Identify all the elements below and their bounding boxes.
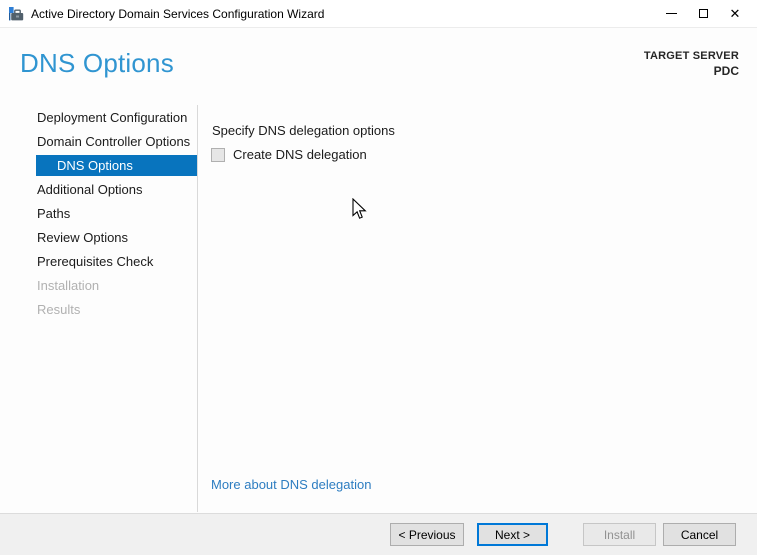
wizard-steps-sidebar: Deployment Configuration Domain Controll… [0,106,197,322]
app-icon [8,6,24,22]
checkbox-box[interactable] [211,148,225,162]
sidebar-item-results: Results [0,298,197,322]
minimize-button[interactable] [655,0,687,27]
maximize-icon [699,9,708,18]
install-button[interactable]: Install [583,523,656,546]
checkbox-label: Create DNS delegation [233,147,367,162]
window-title: Active Directory Domain Services Configu… [31,7,324,21]
sidebar-item-installation: Installation [0,274,197,298]
target-server-name: PDC [644,64,739,78]
sidebar-item-review-options[interactable]: Review Options [0,226,197,250]
close-icon: ✕ [730,7,741,20]
page-title: DNS Options [20,48,174,79]
window-controls: ✕ [655,0,757,27]
sidebar-item-deployment-configuration[interactable]: Deployment Configuration [0,106,197,130]
previous-button[interactable]: < Previous [390,523,464,546]
section-label: Specify DNS delegation options [212,123,395,138]
close-button[interactable]: ✕ [719,0,751,27]
mouse-cursor-icon [352,198,367,220]
target-server-block: TARGET SERVER PDC [644,50,739,78]
cancel-button[interactable]: Cancel [663,523,736,546]
sidebar-item-prerequisites-check[interactable]: Prerequisites Check [0,250,197,274]
sidebar-item-dns-options[interactable]: DNS Options [36,155,197,176]
sidebar-item-paths[interactable]: Paths [0,202,197,226]
next-button[interactable]: Next > [477,523,548,546]
titlebar: Active Directory Domain Services Configu… [0,0,757,28]
minimize-icon [666,13,677,14]
sidebar-content-divider [197,105,198,512]
sidebar-item-additional-options[interactable]: Additional Options [0,178,197,202]
more-about-dns-delegation-link[interactable]: More about DNS delegation [211,477,371,492]
wizard-window: Active Directory Domain Services Configu… [0,0,757,555]
target-server-label: TARGET SERVER [644,50,739,62]
create-dns-delegation-checkbox[interactable]: Create DNS delegation [211,147,367,162]
sidebar-item-domain-controller-options[interactable]: Domain Controller Options [0,130,197,154]
footer-bar: < Previous Next > Install Cancel [0,513,757,555]
maximize-button[interactable] [687,0,719,27]
